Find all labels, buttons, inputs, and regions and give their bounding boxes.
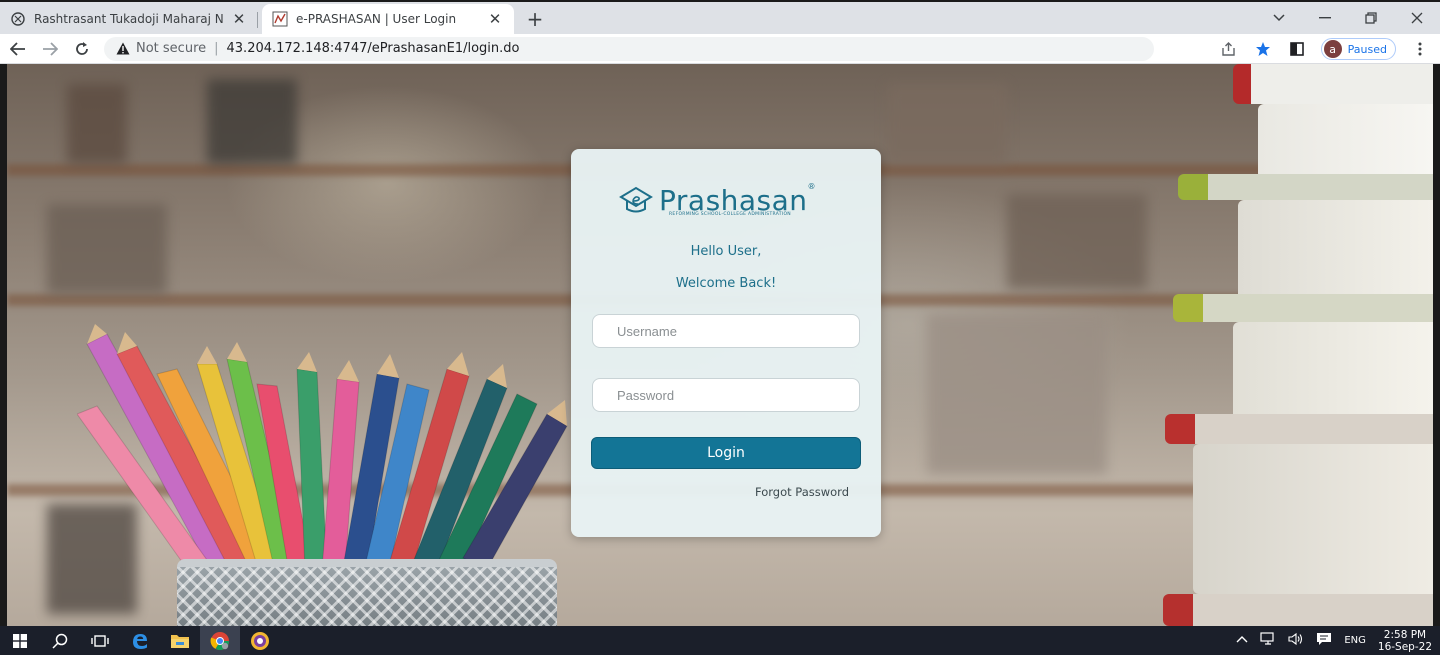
tab-title: Rashtrasant Tukadoji Maharaj Na	[34, 12, 224, 26]
address-separator: |	[214, 41, 219, 56]
not-secure-label[interactable]: Not secure	[136, 41, 206, 56]
background-books	[207, 79, 297, 164]
toolbar-actions: a Paused	[1219, 34, 1430, 64]
tab-search-chevron-icon[interactable]	[1256, 3, 1302, 33]
window-controls	[1256, 2, 1440, 34]
chrome-icon[interactable]	[200, 626, 240, 655]
url-text[interactable]: 43.204.172.148:4747/ePrashasanE1/login.d…	[227, 41, 520, 56]
greeting-hello: Hello User,	[690, 244, 762, 259]
colored-pencils-illustration	[77, 324, 568, 577]
tab-rashtrasant[interactable]: Rashtrasant Tukadoji Maharaj Na ✕	[0, 4, 258, 34]
book-stack-illustration	[1163, 594, 1433, 626]
system-tray: ENG 2:58 PM 16-Sep-22	[1236, 626, 1432, 655]
system-clock[interactable]: 2:58 PM 16-Sep-22	[1378, 629, 1432, 653]
back-arrow-icon	[10, 41, 25, 56]
clock-time: 2:58 PM	[1383, 628, 1427, 641]
address-bar[interactable]: Not secure | 43.204.172.148:4747/ePrasha…	[104, 36, 1154, 61]
profile-status: Paused	[1347, 42, 1387, 56]
browser-tab-strip: Rashtrasant Tukadoji Maharaj Na ✕ e-PRAS…	[0, 0, 1440, 34]
username-input[interactable]	[592, 314, 860, 348]
page-viewport: Prashasan ® REFORMING SCHOOL-COLLEGE ADMI…	[0, 64, 1440, 626]
browser-toolbar: Not secure | 43.204.172.148:4747/ePrasha…	[0, 34, 1440, 64]
close-icon[interactable]: ✕	[230, 10, 248, 28]
windows-taskbar: ENG 2:58 PM 16-Sep-22	[0, 626, 1440, 655]
minimize-button[interactable]	[1302, 3, 1348, 33]
login-card: Prashasan ® REFORMING SCHOOL-COLLEGE ADMI…	[571, 149, 881, 537]
warning-icon[interactable]	[116, 42, 130, 56]
share-icon[interactable]	[1219, 39, 1239, 59]
book-stack-illustration	[1233, 322, 1433, 422]
forward-button[interactable]	[36, 35, 64, 63]
background-books	[887, 84, 1007, 164]
book-stack-illustration	[1258, 104, 1433, 179]
background-books	[47, 204, 167, 294]
book-stack-illustration	[1165, 414, 1433, 444]
side-panel-icon[interactable]	[1287, 39, 1307, 59]
back-button[interactable]	[4, 35, 32, 63]
globe-icon	[10, 11, 26, 27]
book-stack-illustration	[1178, 174, 1433, 200]
input-language[interactable]: ENG	[1344, 635, 1366, 646]
background-books	[927, 314, 1107, 474]
greeting-welcome: Welcome Back!	[675, 276, 777, 291]
forgot-password-link[interactable]: Forgot Password	[755, 485, 849, 499]
search-icon[interactable]	[40, 626, 80, 655]
network-icon[interactable]	[1260, 632, 1276, 649]
notifications-icon[interactable]	[1316, 632, 1332, 649]
pencil-cup-illustration	[177, 559, 557, 626]
bookmark-star-icon[interactable]	[1253, 39, 1273, 59]
password-input[interactable]	[592, 378, 860, 412]
restore-button[interactable]	[1348, 3, 1394, 33]
book-stack-illustration	[1233, 64, 1433, 104]
forward-arrow-icon	[43, 41, 58, 56]
tab-eprashasan-login[interactable]: e-PRASHASAN | User Login ✕	[262, 4, 514, 34]
windows-start-icon[interactable]	[0, 626, 40, 655]
book-stack-illustration	[1193, 444, 1433, 594]
close-icon[interactable]: ✕	[486, 10, 504, 28]
clock-date: 16-Sep-22	[1377, 640, 1432, 653]
book-stack-illustration	[1173, 294, 1433, 322]
tor-browser-icon[interactable]	[240, 626, 280, 655]
file-explorer-icon[interactable]	[160, 626, 200, 655]
background-books	[67, 84, 127, 164]
volume-icon[interactable]	[1288, 632, 1304, 649]
login-button[interactable]: Login	[591, 437, 861, 469]
avatar: a	[1323, 40, 1342, 58]
registered-mark: ®	[807, 181, 816, 191]
more-menu-icon[interactable]	[1410, 39, 1430, 59]
brand-tagline: REFORMING SCHOOL-COLLEGE ADMINISTRATION	[669, 212, 791, 217]
show-hidden-icons-chevron-icon[interactable]	[1236, 635, 1248, 646]
background-books	[1007, 194, 1147, 289]
close-window-button[interactable]	[1394, 3, 1440, 33]
graduation-cap-icon	[619, 186, 653, 213]
reload-icon	[76, 41, 88, 55]
profile-button[interactable]: a Paused	[1320, 38, 1396, 60]
new-tab-button[interactable]: +	[520, 4, 550, 34]
task-view-icon[interactable]	[80, 626, 120, 655]
reload-button[interactable]	[68, 35, 96, 63]
tab-title: e-PRASHASAN | User Login	[296, 12, 457, 26]
site-logo-icon	[272, 11, 288, 27]
edge-browser-icon[interactable]	[120, 626, 160, 655]
